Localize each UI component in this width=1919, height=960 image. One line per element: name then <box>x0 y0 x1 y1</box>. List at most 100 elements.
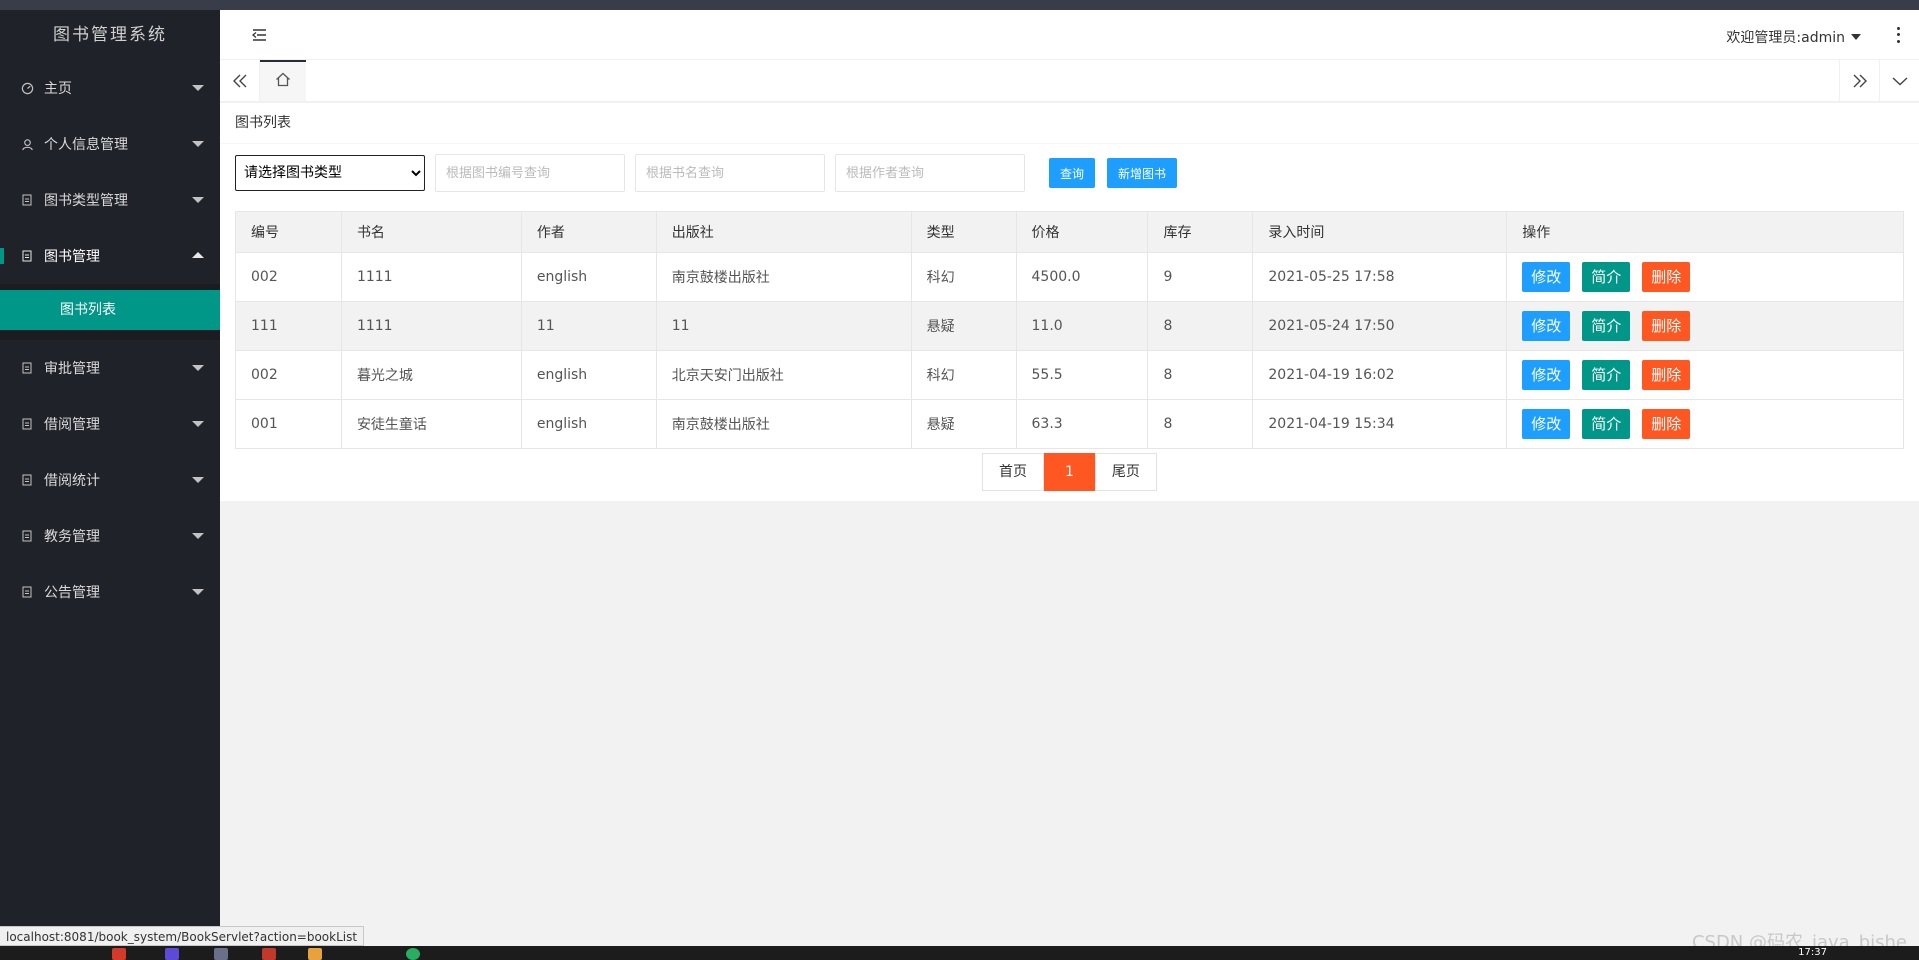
cell-title: 安徒生童话 <box>340 399 522 449</box>
sidebar-item-books[interactable]: 图书管理 <box>0 228 220 284</box>
cell-author: english <box>520 350 657 400</box>
file-icon <box>20 473 34 487</box>
chevron-down-icon <box>192 477 204 483</box>
sidebar-item-label: 教务管理 <box>44 529 100 545</box>
file-icon <box>20 585 34 599</box>
tabs-scroll-right-icon[interactable] <box>1839 60 1879 101</box>
last-page-button[interactable]: 尾页 <box>1094 453 1157 491</box>
cell-title: 暮光之城 <box>340 350 522 400</box>
delete-button[interactable]: 删除 <box>1642 311 1691 341</box>
sidebar-item-notices[interactable]: 公告管理 <box>0 564 220 620</box>
table-row: 002 暮光之城 english 北京天安门出版社 科幻 55.5 8 2021… <box>235 350 1904 400</box>
first-page-button[interactable]: 首页 <box>982 453 1044 491</box>
content-card: 图书列表 请选择图书类型 查询 新增图书 编号 书名 作者 出版社 类型 价格 … <box>220 103 1919 501</box>
table-row: 002 1111 english 南京鼓楼出版社 科幻 4500.0 9 202… <box>235 252 1904 302</box>
breadcrumb: 图书列表 <box>235 115 291 131</box>
cell-actions: 修改 简介 删除 <box>1506 252 1904 302</box>
sidebar-item-label: 公告管理 <box>44 585 100 601</box>
cell-entry-time: 2021-04-19 16:02 <box>1252 350 1508 400</box>
taskbar-clock: 17:37 <box>1798 947 1827 958</box>
app-taskbar-icon[interactable] <box>406 948 420 960</box>
cell-entry-time: 2021-05-25 17:58 <box>1252 252 1508 302</box>
filter-bar: 请选择图书类型 查询 新增图书 <box>235 154 1178 192</box>
sidebar-item-book-types[interactable]: 图书类型管理 <box>0 172 220 228</box>
tabs-scroll-left-icon[interactable] <box>220 60 260 101</box>
add-book-button[interactable]: 新增图书 <box>1107 158 1178 188</box>
edit-button[interactable]: 修改 <box>1522 409 1571 439</box>
intro-button[interactable]: 简介 <box>1582 360 1631 390</box>
author-search-input[interactable] <box>835 154 1025 192</box>
column-header: 作者 <box>520 211 657 253</box>
sidebar-item-academic[interactable]: 教务管理 <box>0 508 220 564</box>
cell-stock: 8 <box>1147 301 1254 351</box>
search-button[interactable]: 查询 <box>1049 158 1096 188</box>
table-row: 001 安徒生童话 english 南京鼓楼出版社 悬疑 63.3 8 2021… <box>235 399 1904 449</box>
cell-publisher: 北京天安门出版社 <box>655 350 912 400</box>
delete-button[interactable]: 删除 <box>1642 360 1691 390</box>
more-vertical-icon[interactable] <box>1895 25 1901 45</box>
menu-collapse-icon[interactable] <box>250 27 268 43</box>
tab-home[interactable] <box>260 60 306 101</box>
cell-stock: 8 <box>1147 350 1254 400</box>
app-taskbar-icon[interactable] <box>308 948 322 960</box>
current-page-button[interactable]: 1 <box>1044 453 1095 491</box>
sidebar-item-borrow-stats[interactable]: 借阅统计 <box>0 452 220 508</box>
edit-button[interactable]: 修改 <box>1522 262 1571 292</box>
cell-author: english <box>520 252 657 302</box>
cell-entry-time: 2021-05-24 17:50 <box>1252 301 1508 351</box>
column-header: 价格 <box>1015 211 1149 253</box>
file-icon <box>20 417 34 431</box>
intro-button[interactable]: 简介 <box>1582 262 1631 292</box>
chevron-down-icon <box>192 589 204 595</box>
cell-id: 002 <box>235 252 342 302</box>
sidebar-item-home[interactable]: 主页 <box>0 60 220 116</box>
book-id-search-input[interactable] <box>435 154 625 192</box>
sidebar-item-profile[interactable]: 个人信息管理 <box>0 116 220 172</box>
cell-publisher: 11 <box>655 301 912 351</box>
app-taskbar-icon[interactable] <box>214 948 228 960</box>
taskbar <box>0 946 1919 960</box>
cell-stock: 9 <box>1147 252 1254 302</box>
sidebar-item-borrow[interactable]: 借阅管理 <box>0 396 220 452</box>
browser-top-strip <box>0 0 1919 10</box>
cell-actions: 修改 简介 删除 <box>1506 399 1904 449</box>
cell-id: 002 <box>235 350 342 400</box>
edit-button[interactable]: 修改 <box>1522 311 1571 341</box>
app-taskbar-icon[interactable] <box>165 948 179 960</box>
app-title: 图书管理系统 <box>53 25 167 45</box>
user-icon <box>20 137 34 151</box>
welcome-text: 欢迎管理员:admin <box>1726 30 1845 46</box>
book-name-search-input[interactable] <box>635 154 825 192</box>
sidebar-item-approval[interactable]: 审批管理 <box>0 340 220 396</box>
book-type-select[interactable]: 请选择图书类型 <box>235 155 425 191</box>
chevron-down-icon <box>192 197 204 203</box>
active-indicator <box>0 248 4 264</box>
file-icon <box>20 249 34 263</box>
delete-button[interactable]: 删除 <box>1642 409 1691 439</box>
intro-button[interactable]: 简介 <box>1582 311 1631 341</box>
intro-button[interactable]: 简介 <box>1582 409 1631 439</box>
table-row: 111 1111 11 11 悬疑 11.0 8 2021-05-24 17:5… <box>235 301 1904 351</box>
caret-down-icon <box>1851 34 1861 40</box>
sidebar-item-label: 借阅统计 <box>44 473 100 489</box>
user-menu[interactable]: 欢迎管理员:admin <box>1726 27 1861 47</box>
cell-actions: 修改 简介 删除 <box>1506 301 1904 351</box>
cell-price: 55.5 <box>1015 350 1149 400</box>
sidebar-subitem-book-list[interactable]: 图书列表 <box>0 290 220 330</box>
cell-id: 001 <box>235 399 342 449</box>
sidebar-item-label: 主页 <box>44 81 72 97</box>
column-header: 库存 <box>1147 211 1254 253</box>
sidebar-subnav: 图书列表 <box>0 284 220 340</box>
delete-button[interactable]: 删除 <box>1642 262 1691 292</box>
column-header: 编号 <box>235 211 342 253</box>
chevron-down-icon <box>192 421 204 427</box>
dashboard-icon <box>20 81 34 95</box>
chevron-down-icon <box>192 533 204 539</box>
browser-taskbar-icon[interactable] <box>112 948 126 960</box>
cell-price: 63.3 <box>1015 399 1149 449</box>
sidebar-item-label: 图书类型管理 <box>44 193 128 209</box>
app-taskbar-icon[interactable] <box>262 948 276 960</box>
tabs-menu-chevron-down-icon[interactable] <box>1879 60 1919 101</box>
edit-button[interactable]: 修改 <box>1522 360 1571 390</box>
cell-author: english <box>520 399 657 449</box>
